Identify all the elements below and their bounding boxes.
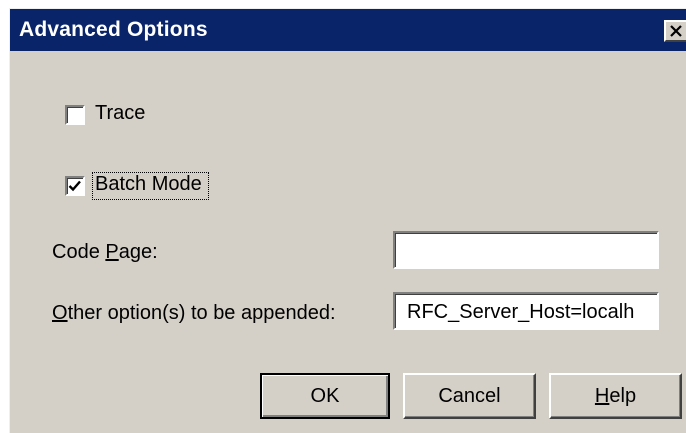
trace-label[interactable]: Trace: [95, 102, 145, 125]
code-page-input[interactable]: [393, 231, 659, 269]
ok-button[interactable]: OK: [260, 373, 390, 419]
batch-mode-label[interactable]: Batch Mode: [95, 173, 202, 196]
title-bar[interactable]: Advanced Options: [10, 9, 686, 51]
cancel-button[interactable]: Cancel: [403, 373, 536, 419]
other-options-label: Other option(s) to be appended:: [52, 302, 336, 324]
close-icon: [670, 25, 682, 37]
check-mark-icon: [68, 180, 81, 192]
advanced-options-dialog: Advanced Options Trace Batch Mode Code P…: [9, 8, 686, 433]
batch-mode-checkbox[interactable]: [65, 176, 85, 196]
help-button[interactable]: Help: [549, 373, 682, 419]
trace-checkbox[interactable]: [65, 105, 85, 125]
dialog-title: Advanced Options: [19, 18, 208, 41]
other-options-input[interactable]: RFC_Server_Host=localh: [393, 292, 659, 330]
code-page-label: Code Page:: [52, 241, 158, 263]
close-button[interactable]: [664, 20, 686, 42]
